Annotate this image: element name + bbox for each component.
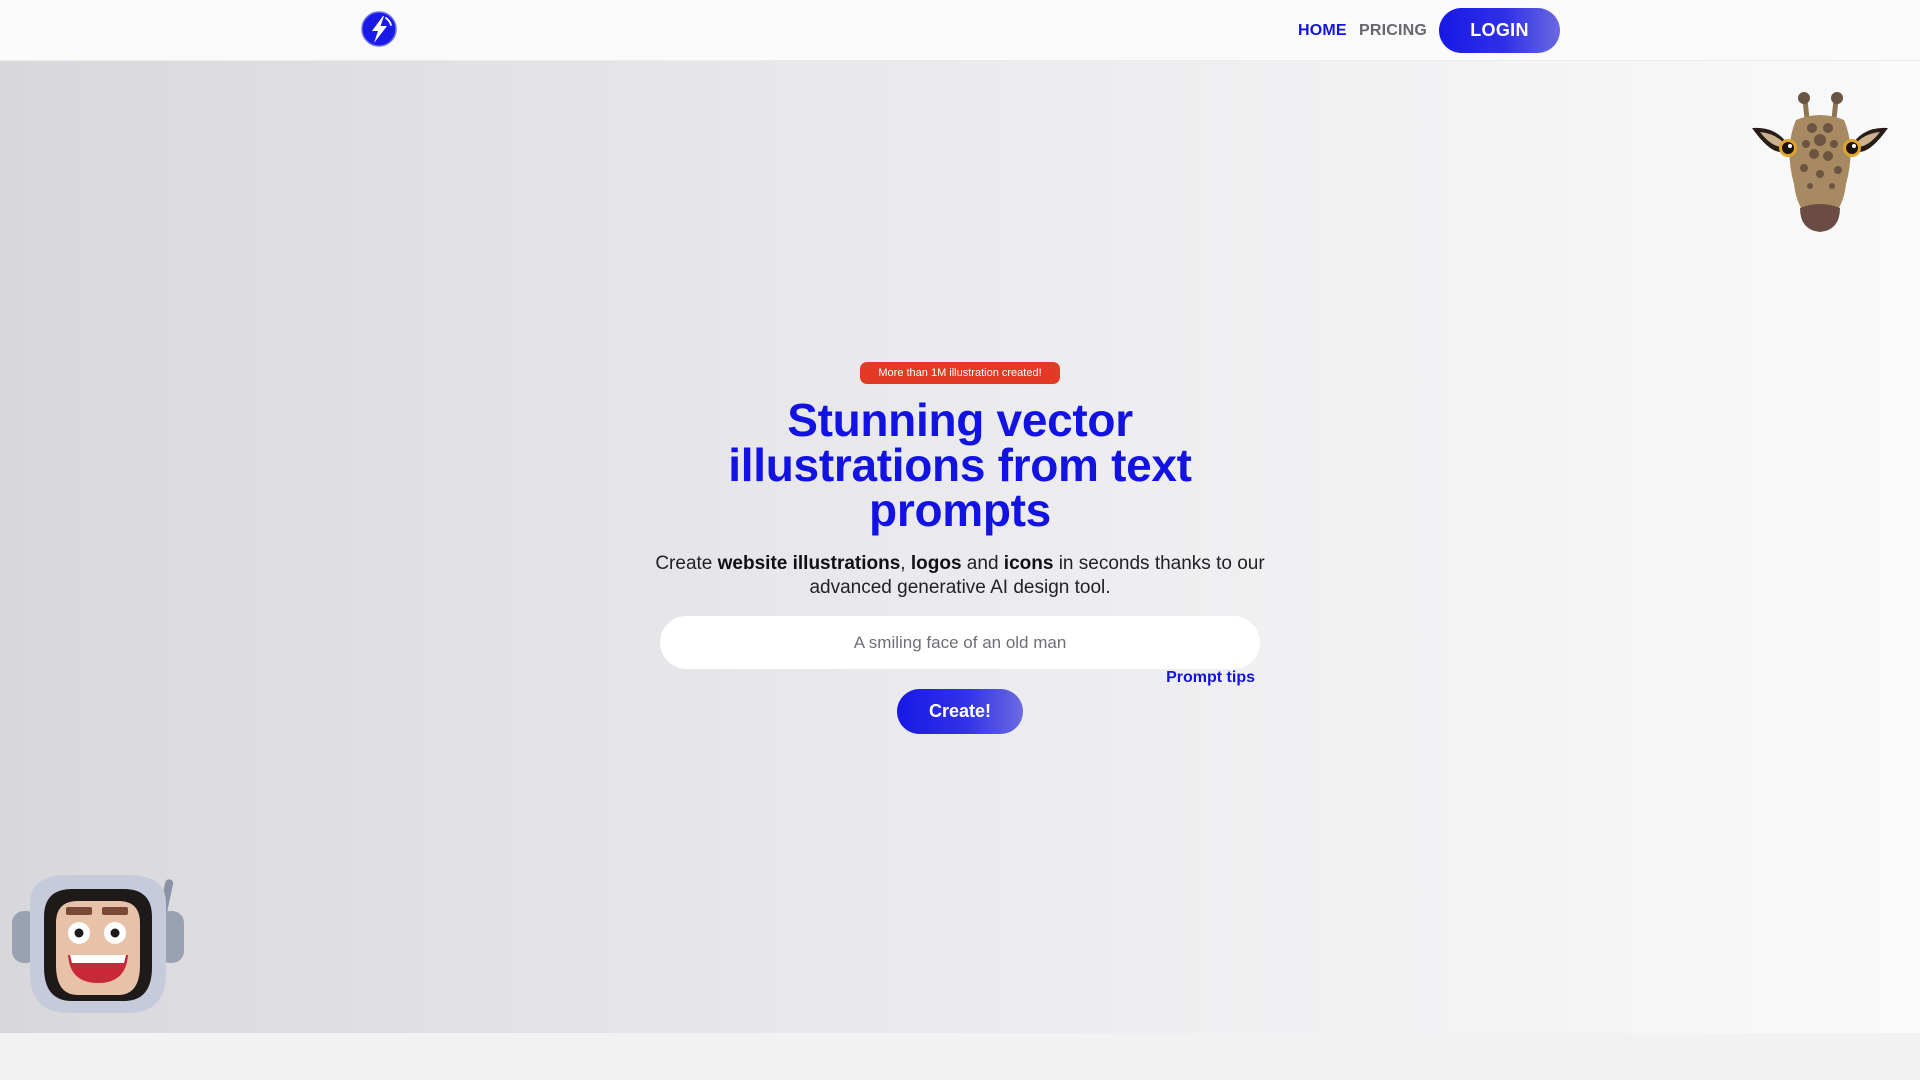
subhead-text: Create <box>655 553 718 574</box>
subhead-highlight-logos: logos <box>910 553 962 574</box>
achievement-badge: More than 1M illustration created! <box>860 362 1060 384</box>
nav-pricing-link[interactable]: PRICING <box>1359 0 1427 61</box>
astronaut-illustration <box>12 875 184 1013</box>
hero-section <box>0 61 1920 1033</box>
top-navigation-bar: HOME PRICING LOGIN <box>0 0 1920 61</box>
lightning-bolt-logo-icon[interactable] <box>360 10 398 48</box>
hero-headline: Stunning vector illustrations from text … <box>728 394 1192 536</box>
subhead-highlight-website-illustrations: website illustrations <box>717 553 901 574</box>
giraffe-illustration <box>1752 92 1888 232</box>
login-button[interactable]: LOGIN <box>1439 8 1560 53</box>
subhead-highlight-icons: icons <box>1003 553 1054 574</box>
page-footer-strip <box>0 1033 1920 1080</box>
create-button[interactable]: Create! <box>897 689 1023 734</box>
subhead-text: , <box>900 553 911 574</box>
nav-home-link[interactable]: HOME <box>1298 0 1347 61</box>
subhead-text: and <box>961 553 1004 574</box>
prompt-input[interactable] <box>660 616 1260 669</box>
hero-subheading: Create website illustrations, logos and … <box>640 552 1280 600</box>
prompt-tips-link[interactable]: Prompt tips <box>1160 668 1255 688</box>
